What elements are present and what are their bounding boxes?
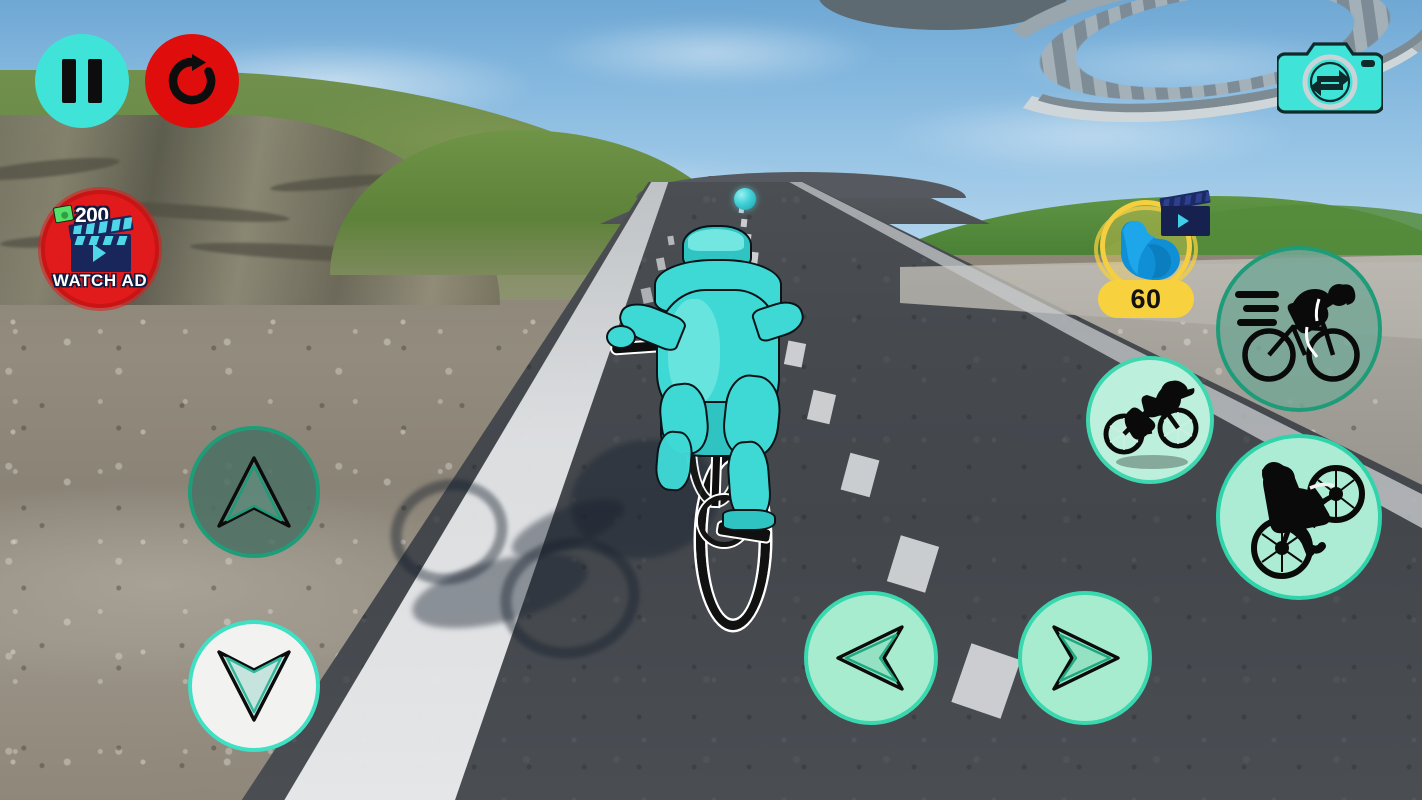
chevron-right-icon: [1052, 625, 1120, 691]
chevron-left-icon: [836, 625, 904, 691]
camera-switch-button[interactable]: [1277, 36, 1383, 114]
accelerate-button[interactable]: [188, 426, 320, 558]
speed-cyclist-icon: [1235, 284, 1360, 382]
restart-button[interactable]: [145, 34, 239, 128]
stamina-meter[interactable]: 60: [1094, 189, 1211, 318]
steer-right-button[interactable]: [1018, 591, 1152, 725]
hud-overlay: 200 WATCH AD 60: [0, 0, 1422, 800]
camera-switch-icon: [1277, 42, 1383, 114]
game-screen: 200 WATCH AD 60: [0, 0, 1422, 800]
pause-icon: [62, 59, 102, 103]
stamina-value-pill: 60: [1098, 280, 1194, 318]
arrow-down-icon: [217, 650, 291, 722]
wheelie-bike-icon: [1251, 462, 1365, 579]
jump-button[interactable]: [1086, 356, 1214, 484]
clapperboard-play-icon: [68, 215, 134, 272]
wheelie-button[interactable]: [1216, 434, 1382, 600]
stamina-value: 60: [1130, 283, 1162, 314]
jumping-bmx-icon: [1103, 380, 1199, 469]
steer-left-button[interactable]: [804, 591, 938, 725]
brake-button[interactable]: [188, 620, 320, 752]
restart-icon: [168, 54, 216, 105]
watch-ad-button[interactable]: 200 WATCH AD: [41, 190, 159, 308]
sprint-button[interactable]: [1216, 246, 1382, 412]
arrow-up-icon: [217, 456, 291, 528]
watch-ad-label: WATCH AD: [52, 271, 148, 290]
stamina-ad-badge[interactable]: [1156, 189, 1211, 238]
pause-button[interactable]: [35, 34, 129, 128]
